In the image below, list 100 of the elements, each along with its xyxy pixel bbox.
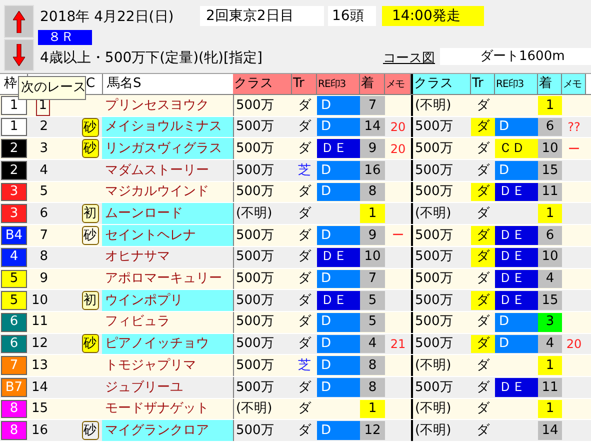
frame-number-badge: 8 [1, 400, 27, 418]
frame-number-badge: 7 [1, 356, 27, 375]
frame-number-badge: 8 [1, 421, 27, 440]
column-header: Tr [292, 74, 317, 94]
table-cell: 14 [538, 421, 562, 440]
frame-number-badge: 1 [1, 118, 27, 136]
horse-number[interactable]: 8 [38, 247, 50, 267]
frame-number-badge: 4 [1, 248, 27, 266]
horse-number[interactable]: 11 [29, 312, 50, 332]
down-arrow-button[interactable] [4, 39, 34, 71]
table-cell: ＤＥ [495, 226, 538, 245]
horse-number[interactable]: 15 [29, 399, 50, 419]
column-header: RE印3 [317, 74, 360, 94]
horse-number[interactable]: 13 [29, 356, 50, 376]
table-cell-text: ダ [476, 205, 491, 224]
table-cell-text: ー [567, 140, 581, 158]
table-cell: D [317, 270, 360, 288]
table-cell: ＤＥ [495, 291, 538, 310]
table-cell: 10 [538, 248, 562, 266]
frame-number-badge: 3 [1, 182, 27, 202]
horse-number[interactable]: 16 [29, 420, 50, 440]
table-cell-text: ダ [297, 205, 312, 224]
table-cell: ダ [471, 334, 495, 354]
horse-number[interactable]: 9 [38, 269, 50, 289]
frame-number-badge: 6 [1, 334, 27, 354]
table-cell: D [317, 226, 360, 245]
table-cell-text: 20 [565, 336, 583, 353]
table-cell-text: 20 [389, 140, 407, 158]
course-map-link[interactable]: コース図 [383, 49, 435, 68]
column-header: メモ [385, 74, 411, 94]
table-cell: 11 [538, 378, 562, 397]
horse-name: プリンセスヨウク [104, 96, 210, 115]
horse-number[interactable]: 10 [29, 290, 50, 310]
table-cell: 1 [538, 356, 562, 375]
tag: 砂 [82, 139, 98, 158]
table-cell: D [317, 182, 360, 202]
table-cell: D [317, 421, 360, 440]
horse-number[interactable]: 7 [38, 226, 50, 246]
tag: 砂 [82, 226, 98, 245]
table-cell-text: ダ [297, 422, 312, 440]
column-header: メモ [562, 74, 586, 94]
course-field: ダート1600m [440, 48, 591, 65]
column-header: C [86, 75, 96, 94]
table-cell: (不明) [233, 398, 292, 420]
table-cell: 1 [538, 96, 562, 115]
table-cell: 500万 [233, 246, 292, 268]
horse-name: ピアノイッチョウ [102, 334, 233, 354]
table-cell: D [317, 118, 360, 136]
horse-number[interactable]: 3 [38, 138, 50, 158]
horse-name: フィビュラ [104, 313, 171, 332]
table-cell: 500万 [233, 312, 292, 333]
start-time-field: 14:00発走 [382, 6, 484, 26]
table-cell-text: ダ [476, 162, 491, 180]
table-cell: 500万 [233, 355, 292, 376]
race-conditions: 4歳以上・500万下(定量)(牝)[指定] [40, 49, 262, 68]
table-cell: D [317, 161, 360, 180]
table-cell: 8 [360, 378, 385, 397]
horse-number[interactable]: 2 [38, 117, 50, 137]
race-number-badge: ８Ｒ [38, 30, 92, 45]
table-cell: 500万 [233, 95, 292, 116]
horse-name: モードザナゲット [104, 400, 210, 418]
table-cell-text: 芝 [297, 356, 312, 375]
table-cell: 1 [538, 400, 562, 418]
table-cell: 1 [360, 400, 385, 418]
horse-name: マイグランクロア [102, 420, 233, 441]
horse-name: セイントヘレナ [102, 225, 233, 246]
table-cell: ＤＥ [317, 139, 360, 158]
table-cell-text: ダ [297, 400, 312, 418]
table-cell: (不明) [411, 420, 471, 441]
table-cell: ダ [471, 182, 495, 202]
table-cell: 500万 [233, 225, 292, 246]
table-cell: 500万 [233, 334, 292, 354]
up-arrow-icon [13, 10, 25, 32]
table-cell-text: ダ [297, 96, 312, 115]
table-cell: D [317, 378, 360, 397]
table-cell: ＤＥ [495, 182, 538, 202]
runner-count-field: 16頭 [328, 6, 376, 26]
table-cell-text: ダ [297, 183, 312, 202]
table-cell-text: ?? [566, 119, 582, 136]
table-cell: 11 [538, 182, 562, 202]
table-cell: 15 [538, 291, 562, 310]
horse-number[interactable]: 5 [38, 182, 50, 202]
horse-number[interactable]: 12 [29, 334, 50, 354]
horse-number[interactable]: 6 [38, 204, 50, 224]
table-cell-text: ダ [297, 313, 312, 332]
table-cell: D [317, 96, 360, 115]
table-cell: D [495, 161, 538, 180]
table-cell: D [495, 334, 538, 354]
horse-number[interactable]: 14 [29, 378, 50, 398]
table-cell-text: ダ [297, 335, 312, 354]
table-cell: 15 [538, 161, 562, 180]
table-cell: ダ [471, 118, 495, 136]
horse-name: ムーンロード [102, 203, 233, 224]
tag: 砂 [82, 118, 98, 137]
horse-number[interactable]: 4 [38, 160, 50, 180]
table-cell: ダ [471, 226, 495, 245]
table-cell: 5 [360, 291, 385, 310]
up-arrow-button[interactable] [4, 5, 34, 38]
table-cell: 500万 [233, 160, 292, 181]
table-cell: ＤＥ [495, 378, 538, 397]
